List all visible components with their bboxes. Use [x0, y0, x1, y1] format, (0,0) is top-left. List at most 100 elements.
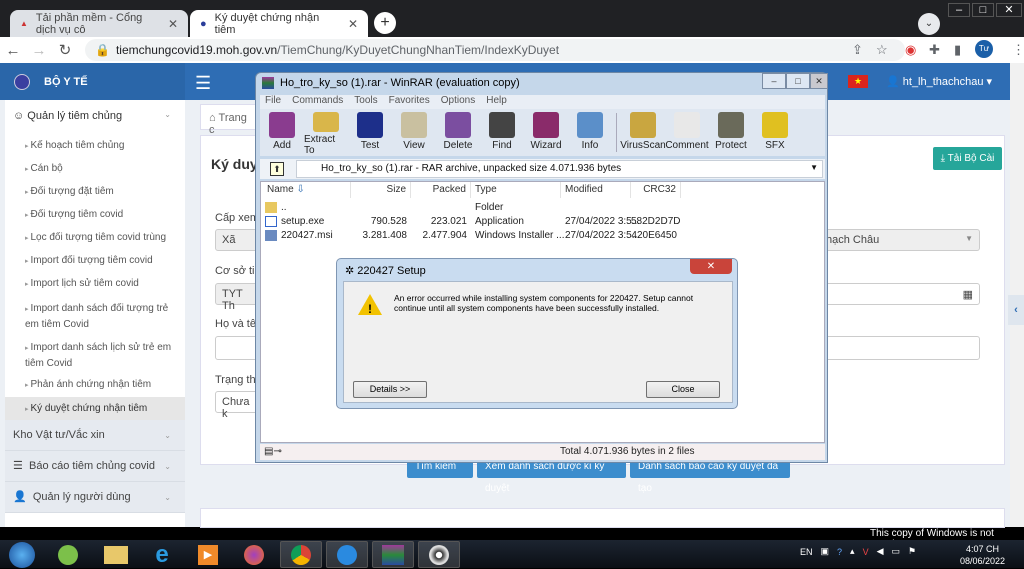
extension-icon[interactable]: ◉	[905, 42, 916, 58]
collapse-panel-icon[interactable]: ‹	[1008, 295, 1024, 325]
tab-tai-phan-mem[interactable]: ▲ Tải phần mềm - Cổng dịch vụ cô ✕	[10, 10, 188, 37]
tool-virusscan[interactable]: VirusScan	[620, 109, 666, 156]
tool-wizard[interactable]: Wizard	[524, 109, 568, 156]
menu-favorites[interactable]: Favorites	[389, 95, 430, 109]
forward-icon[interactable]: →	[26, 42, 52, 59]
column-crc32[interactable]: CRC32	[631, 182, 681, 198]
side-panel-icon[interactable]: ▮	[954, 42, 961, 58]
tool-add[interactable]: Add	[260, 109, 304, 156]
menu-tools[interactable]: Tools	[354, 95, 377, 109]
start-button[interactable]	[2, 541, 42, 568]
file-row[interactable]: 220427.msi 3.281.408 2.477.904 Windows Inst…	[261, 230, 821, 244]
url-input[interactable]: 🔒 tiemchungcovid19.moh.gov.vn/TiemChung/K…	[85, 39, 905, 61]
sidebar-group-nguoi-dung[interactable]: 👤 Quản lý người dùng ⌄	[5, 482, 185, 513]
network-icon[interactable]: ▭	[892, 546, 901, 557]
sidebar-item[interactable]: Cán bộ	[5, 163, 185, 174]
menu-commands[interactable]: Commands	[292, 95, 343, 109]
dialog-close-icon[interactable]: ✕	[690, 259, 732, 274]
column-size[interactable]: Size	[351, 182, 411, 198]
column-name[interactable]: Name ⇩	[261, 182, 351, 198]
back-icon[interactable]: ←	[0, 42, 26, 59]
firefox-icon[interactable]	[234, 541, 274, 568]
maximize-button[interactable]: □	[972, 3, 994, 17]
coccoc-icon[interactable]	[48, 541, 88, 568]
menu-file[interactable]: File	[265, 95, 281, 109]
sidebar-group-kho[interactable]: Kho Vật tư/Vắc xin ⌄	[5, 420, 185, 451]
dialog-titlebar[interactable]: ✲ 220427 Setup	[345, 264, 426, 277]
language-indicator[interactable]: EN	[800, 547, 813, 557]
share-icon[interactable]: ⇪	[852, 42, 863, 58]
up-folder-icon[interactable]: ⬆	[270, 162, 284, 176]
winrar-titlebar[interactable]: Ho_tro_ky_so (1).rar - WinRAR (evaluatio…	[262, 77, 520, 89]
close-button[interactable]: ✕	[810, 73, 828, 89]
co-so-select[interactable]: hạch Châu ▼	[820, 229, 980, 251]
text-input[interactable]	[820, 336, 980, 360]
hamburger-menu-icon[interactable]: ☰	[195, 73, 211, 94]
tool-find[interactable]: Find	[480, 109, 524, 156]
tray-icon[interactable]: ▣	[821, 546, 830, 557]
sidebar-item[interactable]: Đối tượng đặt tiêm	[5, 186, 185, 197]
new-tab-button[interactable]: +	[374, 12, 396, 34]
vietnam-flag-icon[interactable]: ★	[848, 75, 868, 88]
remote-desktop-taskbar-button[interactable]	[326, 541, 368, 568]
site-logo[interactable]: BỘ Y TẾ	[0, 63, 185, 100]
sidebar-item[interactable]: Import danh sách lịch sử trẻ em tiêm Cov…	[5, 340, 185, 371]
tab-search-button[interactable]: ⌄	[918, 13, 940, 35]
tool-test[interactable]: Test	[348, 109, 392, 156]
sidebar-item[interactable]: Đối tượng tiêm covid	[5, 209, 185, 220]
chrome-taskbar-button[interactable]	[280, 541, 322, 568]
show-hidden-icons[interactable]: ▴	[850, 546, 855, 557]
path-dropdown[interactable]: Ho_tro_ky_so (1).rar - RAR archive, unpa…	[296, 160, 823, 178]
sidebar-item[interactable]: Import danh sách đối tượng trẻ em tiêm C…	[5, 301, 185, 332]
tool-extract-to[interactable]: Extract To	[304, 109, 348, 156]
close-tab-icon[interactable]: ✕	[168, 17, 178, 31]
close-tab-icon[interactable]: ✕	[348, 17, 358, 31]
close-window-button[interactable]: ✕	[996, 3, 1022, 17]
file-row[interactable]: setup.exe 790.528 223.021 Application 27/04/…	[261, 216, 821, 230]
sidebar-group-quan-ly-tiem-chung[interactable]: ☺ Quản lý tiêm chủng ⌄	[5, 110, 185, 122]
reload-icon[interactable]: ↻	[52, 41, 78, 59]
tool-info[interactable]: Info	[568, 109, 612, 156]
volume-icon[interactable]: ◀	[877, 546, 884, 557]
menu-help[interactable]: Help	[486, 95, 507, 109]
avatar[interactable]: Tư	[975, 40, 993, 58]
sidebar-item[interactable]: Kế hoạch tiêm chủng	[5, 140, 185, 151]
help-icon[interactable]: ?	[837, 547, 842, 557]
file-row[interactable]: .. Folder	[261, 202, 821, 216]
flag-icon[interactable]: ⚑	[908, 546, 916, 557]
date-input[interactable]: ▦	[820, 283, 980, 305]
tool-comment[interactable]: Comment	[665, 109, 709, 156]
antivirus-icon[interactable]: V	[863, 547, 869, 557]
column-modified[interactable]: Modified	[561, 182, 631, 198]
media-player-icon[interactable]: ▶	[188, 541, 228, 568]
tool-sfx[interactable]: SFX	[753, 109, 797, 156]
tool-delete[interactable]: Delete	[436, 109, 480, 156]
sidebar-item[interactable]: Import đối tượng tiêm covid	[5, 255, 185, 266]
minimize-button[interactable]: –	[762, 73, 786, 89]
details-button[interactable]: Details >>	[353, 381, 427, 398]
sidebar-item[interactable]: Lọc đối tượng tiêm covid trùng	[5, 232, 185, 243]
user-menu[interactable]: 👤 ht_lh_thachchau ▾	[886, 75, 992, 88]
column-type[interactable]: Type	[471, 182, 561, 198]
tool-view[interactable]: View	[392, 109, 436, 156]
column-packed[interactable]: Packed	[411, 182, 471, 198]
tab-ky-duyet[interactable]: ● Ký duyệt chứng nhận tiêm ✕	[190, 10, 368, 37]
maximize-button[interactable]: □	[786, 73, 810, 89]
setup-taskbar-button[interactable]	[418, 541, 460, 568]
puzzle-icon[interactable]: ✚	[929, 42, 940, 58]
tool-protect[interactable]: Protect	[709, 109, 753, 156]
sidebar-item[interactable]: Import lịch sử tiêm covid	[5, 278, 185, 289]
sidebar-item[interactable]: Phản ánh chứng nhận tiêm	[5, 379, 185, 390]
download-installer-button[interactable]: ⤓ Tải Bộ Cài	[933, 147, 1002, 170]
close-dialog-button[interactable]: Close	[646, 381, 720, 398]
menu-dots-icon[interactable]: ⋮	[1012, 42, 1024, 58]
winrar-taskbar-button[interactable]	[372, 541, 414, 568]
star-icon[interactable]: ☆	[876, 42, 888, 58]
file-explorer-icon[interactable]	[96, 541, 136, 568]
breadcrumb[interactable]: ⌂ Trang c	[200, 104, 260, 136]
sidebar-item-active[interactable]: Ký duyệt chứng nhận tiêm	[5, 397, 185, 420]
calendar-icon[interactable]: ▦	[963, 288, 973, 301]
sidebar-group-bao-cao[interactable]: ☰ Báo cáo tiêm chủng covid ⌄	[5, 451, 185, 482]
internet-explorer-icon[interactable]: e	[142, 541, 182, 568]
minimize-button[interactable]: –	[948, 3, 970, 17]
